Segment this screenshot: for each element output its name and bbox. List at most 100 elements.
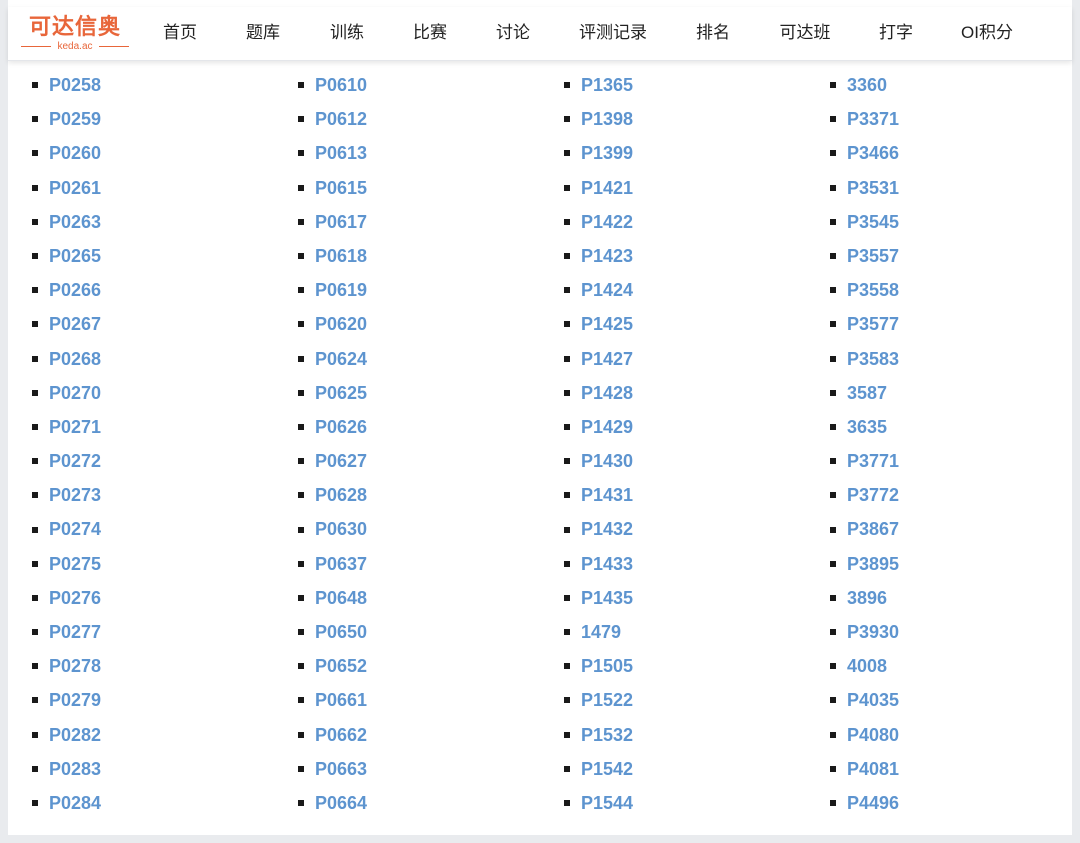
problem-link[interactable]: P1431 [581, 478, 633, 512]
top-navbar: 可达信奥 keda.ac 首页 题库 训练 比赛 讨论 评测记录 排名 可达班 … [8, 7, 1072, 61]
problem-link[interactable]: P4035 [847, 683, 899, 717]
problem-link[interactable]: P3371 [847, 102, 899, 136]
nav-ranking[interactable]: 排名 [696, 7, 730, 60]
problem-link[interactable]: P0258 [49, 68, 101, 102]
problem-link[interactable]: P0271 [49, 410, 101, 444]
problem-link[interactable]: P3531 [847, 171, 899, 205]
problem-link[interactable]: P4496 [847, 786, 899, 820]
problem-link[interactable]: P1365 [581, 68, 633, 102]
problem-link[interactable]: P0259 [49, 102, 101, 136]
problem-link[interactable]: P1544 [581, 786, 633, 820]
problem-link[interactable]: P1429 [581, 410, 633, 444]
problem-link[interactable]: P1424 [581, 273, 633, 307]
problem-link[interactable]: P1532 [581, 718, 633, 752]
problem-link[interactable]: P3577 [847, 307, 899, 341]
problem-link[interactable]: P0625 [315, 376, 367, 410]
nav-discussion[interactable]: 讨论 [496, 7, 530, 60]
nav-submissions[interactable]: 评测记录 [579, 7, 647, 60]
problem-link[interactable]: P3557 [847, 239, 899, 273]
problem-link[interactable]: P0266 [49, 273, 101, 307]
problem-link[interactable]: P1522 [581, 683, 633, 717]
problem-link[interactable]: P1421 [581, 171, 633, 205]
problem-link[interactable]: P0272 [49, 444, 101, 478]
problem-link[interactable]: P3772 [847, 478, 899, 512]
problem-link[interactable]: P4081 [847, 752, 899, 786]
problem-link[interactable]: P0268 [49, 342, 101, 376]
problem-link[interactable]: P0618 [315, 239, 367, 273]
problem-link[interactable]: P0627 [315, 444, 367, 478]
problem-link[interactable]: P3545 [847, 205, 899, 239]
problem-link[interactable]: P3583 [847, 342, 899, 376]
problem-link[interactable]: P0277 [49, 615, 101, 649]
problem-link[interactable]: P3895 [847, 547, 899, 581]
problem-link[interactable]: P0270 [49, 376, 101, 410]
problem-link[interactable]: P1433 [581, 547, 633, 581]
problem-link[interactable]: 4008 [847, 649, 887, 683]
problem-link[interactable]: P0265 [49, 239, 101, 273]
problem-link[interactable]: P3558 [847, 273, 899, 307]
problem-link[interactable]: P1423 [581, 239, 633, 273]
site-logo[interactable]: 可达信奥 keda.ac [16, 15, 134, 52]
problem-link[interactable]: P0612 [315, 102, 367, 136]
problem-link[interactable]: P1432 [581, 512, 633, 546]
problem-link[interactable]: 3896 [847, 581, 887, 615]
problem-link[interactable]: P0630 [315, 512, 367, 546]
problem-link[interactable]: P3867 [847, 512, 899, 546]
problem-link[interactable]: P1399 [581, 136, 633, 170]
nav-training[interactable]: 训练 [330, 7, 364, 60]
problem-link[interactable]: P1505 [581, 649, 633, 683]
problem-link[interactable]: P0624 [315, 342, 367, 376]
problem-link[interactable]: P0664 [315, 786, 367, 820]
problem-link[interactable]: P0273 [49, 478, 101, 512]
problem-link[interactable]: 3587 [847, 376, 887, 410]
problem-link[interactable]: P1427 [581, 342, 633, 376]
problem-link[interactable]: P1430 [581, 444, 633, 478]
problem-link[interactable]: P1398 [581, 102, 633, 136]
problem-link[interactable]: P0278 [49, 649, 101, 683]
problem-link[interactable]: P0637 [315, 547, 367, 581]
problem-link[interactable]: P0279 [49, 683, 101, 717]
problem-link[interactable]: P3771 [847, 444, 899, 478]
problem-link[interactable]: P0274 [49, 512, 101, 546]
problem-link[interactable]: P0619 [315, 273, 367, 307]
problem-link[interactable]: P1422 [581, 205, 633, 239]
nav-home[interactable]: 首页 [163, 7, 197, 60]
problem-link[interactable]: P0615 [315, 171, 367, 205]
problem-link[interactable]: P0617 [315, 205, 367, 239]
problem-link[interactable]: P0263 [49, 205, 101, 239]
problem-link[interactable]: P0613 [315, 136, 367, 170]
problem-link[interactable]: P1425 [581, 307, 633, 341]
problem-link[interactable]: P0283 [49, 752, 101, 786]
problem-link[interactable]: P4080 [847, 718, 899, 752]
nav-typing[interactable]: 打字 [879, 7, 913, 60]
problem-link[interactable]: P0626 [315, 410, 367, 444]
nav-contests[interactable]: 比赛 [413, 7, 447, 60]
problem-link[interactable]: P0267 [49, 307, 101, 341]
problem-link[interactable]: 3360 [847, 68, 887, 102]
problem-link[interactable]: P0628 [315, 478, 367, 512]
problem-link[interactable]: P1435 [581, 581, 633, 615]
problem-link[interactable]: P0663 [315, 752, 367, 786]
problem-link[interactable]: P0620 [315, 307, 367, 341]
problem-link[interactable]: P3930 [847, 615, 899, 649]
nav-oi-points[interactable]: OI积分 [961, 7, 1013, 60]
problem-link[interactable]: P0650 [315, 615, 367, 649]
nav-problems[interactable]: 题库 [246, 7, 280, 60]
problem-link[interactable]: P0260 [49, 136, 101, 170]
problem-link[interactable]: P0662 [315, 718, 367, 752]
problem-link[interactable]: P0282 [49, 718, 101, 752]
problem-link[interactable]: P0661 [315, 683, 367, 717]
problem-link[interactable]: P0276 [49, 581, 101, 615]
problem-link[interactable]: P0261 [49, 171, 101, 205]
nav-keda-class[interactable]: 可达班 [780, 7, 831, 60]
problem-link[interactable]: P1428 [581, 376, 633, 410]
problem-link[interactable]: P0610 [315, 68, 367, 102]
problem-link[interactable]: P0652 [315, 649, 367, 683]
problem-link[interactable]: P0275 [49, 547, 101, 581]
problem-link[interactable]: 3635 [847, 410, 887, 444]
problem-link[interactable]: 1479 [581, 615, 621, 649]
problem-link[interactable]: P0284 [49, 786, 101, 820]
problem-link[interactable]: P0648 [315, 581, 367, 615]
problem-link[interactable]: P3466 [847, 136, 899, 170]
problem-link[interactable]: P1542 [581, 752, 633, 786]
